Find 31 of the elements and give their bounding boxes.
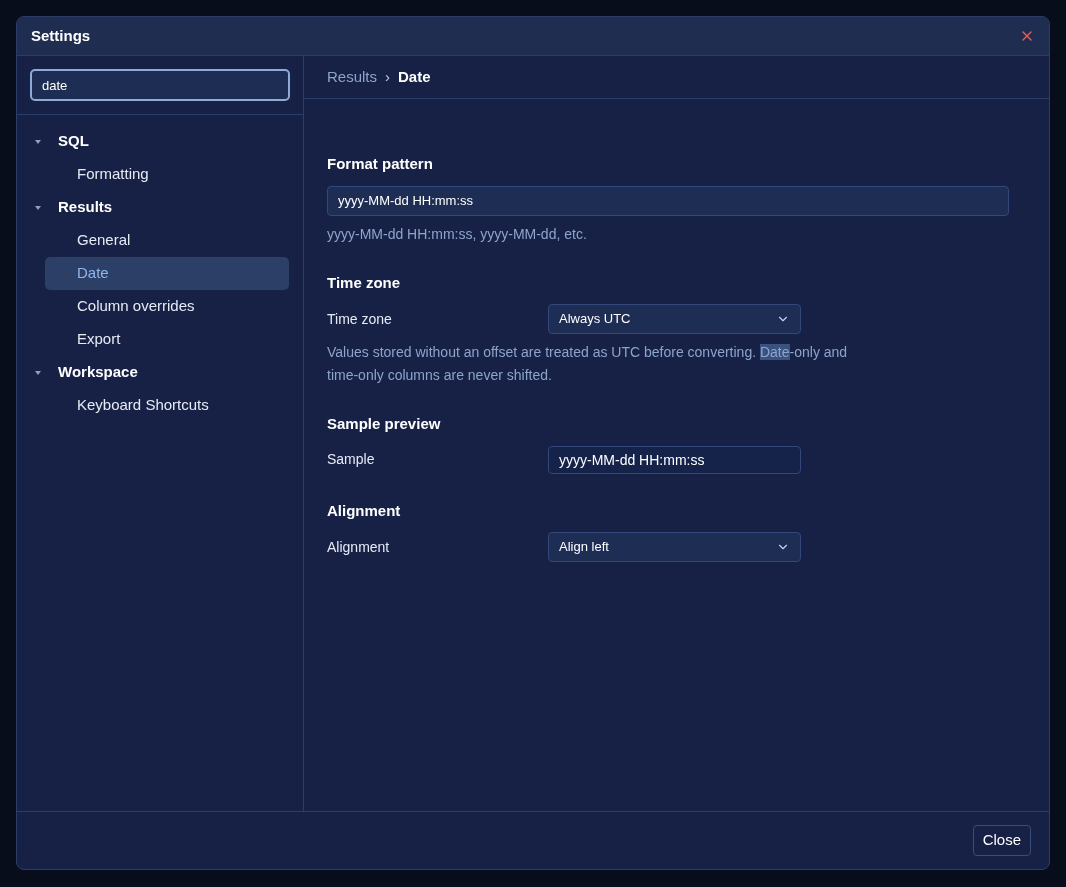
tree-item[interactable]: Formatting [45, 158, 289, 191]
tree-group[interactable]: Workspace [31, 356, 289, 389]
caret-icon[interactable] [35, 369, 41, 376]
close-button[interactable]: Close [972, 825, 1031, 856]
field-label: Sample [327, 450, 376, 469]
section-title: Alignment [327, 500, 402, 521]
section-title: Time zone [327, 272, 402, 293]
dialog-title: Settings [31, 25, 91, 46]
help-text: Values stored without an offset are treated as UTC before converting. Date-only and time-only columns are never shifted. [327, 343, 849, 385]
select-dropdown[interactable]: Align left [548, 532, 801, 562]
select-dropdown[interactable]: Always UTC [548, 304, 801, 334]
tree-item[interactable]: Keyboard Shortcuts [45, 389, 289, 422]
breadcrumb-link[interactable]: Results [327, 65, 378, 89]
search-field[interactable]: date [30, 69, 290, 101]
tree-item[interactable]: Column overrides [45, 290, 289, 323]
field-label: Alignment [327, 537, 391, 557]
caret-icon[interactable] [35, 204, 41, 211]
tree-item[interactable]: Date [45, 257, 289, 290]
tree-group[interactable]: Results [31, 191, 289, 224]
text-field[interactable]: yyyy-MM-dd HH:mm:ss [327, 185, 1009, 216]
section-title: Sample preview [327, 414, 442, 434]
breadcrumb-current: Date [398, 66, 431, 87]
tree-group[interactable]: SQL [31, 125, 289, 158]
tree-item[interactable]: General [45, 224, 289, 257]
help-text: yyyy-MM-dd HH:mm:ss, yyyy-MM-dd, etc. [327, 224, 588, 244]
tree-item[interactable]: Export [45, 323, 289, 356]
breadcrumb-separator: › [385, 66, 391, 87]
section-title: Format pattern [327, 154, 434, 174]
field-label: Time zone [327, 309, 393, 329]
text-field[interactable]: yyyy-MM-dd HH:mm:ss [548, 445, 801, 474]
caret-icon[interactable] [35, 138, 41, 145]
